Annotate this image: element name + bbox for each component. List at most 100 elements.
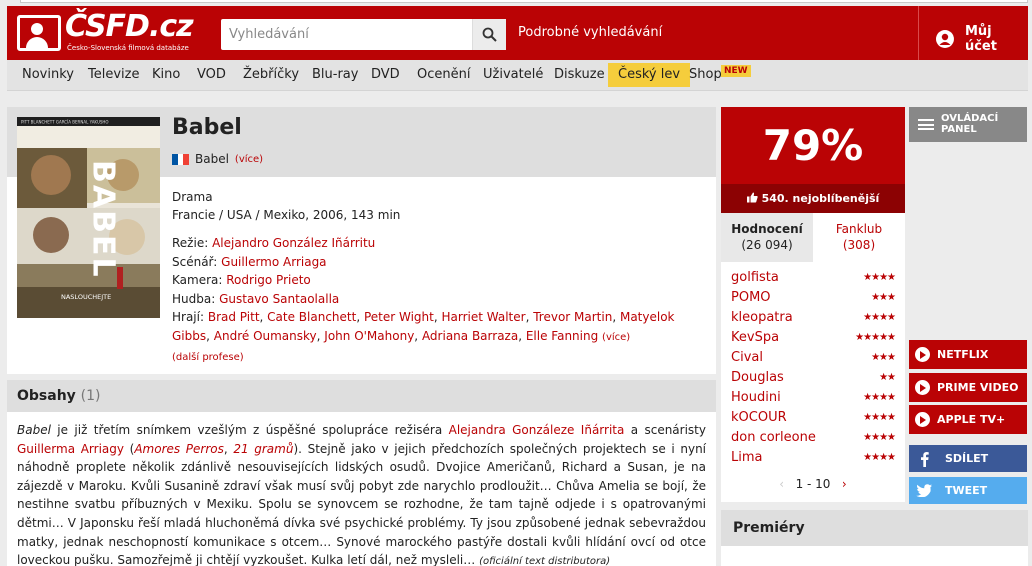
logo-mark-icon [17, 15, 61, 51]
nav-item-diskuze[interactable]: Diskuze [554, 60, 605, 90]
star-rating: ★★★★ [863, 412, 896, 423]
music-label: Hudba: [172, 291, 216, 306]
rating-row: Douglas ★★ [731, 368, 896, 388]
rating-row: POMO ★★★ [731, 288, 896, 308]
search-icon [482, 27, 497, 42]
cast-label: Hrají: [172, 310, 205, 324]
star-rating: ★★★★ [863, 452, 896, 463]
search-button[interactable] [472, 19, 506, 50]
flag-france-icon [172, 153, 190, 165]
prime-video-button[interactable]: PRIME VIDEO [909, 373, 1027, 402]
user-link[interactable]: kleopatra [731, 308, 793, 328]
twitter-share-button[interactable]: TWEET [909, 477, 1027, 504]
cast-more-link[interactable]: (více) [602, 332, 630, 343]
user-link[interactable]: POMO [731, 288, 771, 308]
cast-link[interactable]: Cate Blanchett [267, 310, 356, 324]
camera-link[interactable]: Rodrigo Prieto [226, 273, 311, 287]
rating-row: KevSpa ★★★★★ [731, 328, 896, 348]
star-rating: ★★★★★ [855, 332, 896, 343]
nav-item-novinky[interactable]: Novinky [22, 60, 74, 90]
facebook-share-button[interactable]: SDÍLET [909, 445, 1027, 472]
cast-link[interactable]: Elle Fanning [526, 329, 598, 343]
pager-next-icon[interactable]: › [842, 477, 847, 491]
synopsis-count: (1) [80, 388, 101, 404]
ratings-pager: ‹ 1 - 10 › [721, 477, 905, 491]
directing-label: Režie: [172, 236, 209, 250]
user-link[interactable]: golfista [731, 268, 779, 288]
star-rating: ★★★ [871, 352, 896, 363]
rating-row: kOCOUR ★★★★ [731, 408, 896, 428]
original-title: Babel [195, 152, 229, 166]
user-link[interactable]: KevSpa [731, 328, 779, 348]
pager-range: 1 - 10 [795, 477, 831, 491]
user-link[interactable]: don corleone [731, 428, 816, 448]
thumbs-up-icon [746, 192, 758, 203]
nav-item-oceneni[interactable]: Ocenění [417, 60, 470, 90]
nav-item-dvd[interactable]: DVD [371, 60, 400, 90]
cast-link[interactable]: Harriet Walter [442, 310, 526, 324]
cast-link[interactable]: Brad Pitt [208, 310, 260, 324]
tab-fanclub[interactable]: Fanklub (308) [813, 213, 905, 262]
director-link[interactable]: Alejandra Gonzáleze Iñárrita [449, 423, 625, 437]
nav-item-zebricky[interactable]: Žebříčky [243, 60, 299, 90]
nav-item-vod[interactable]: VOD [197, 60, 226, 90]
play-icon [915, 347, 930, 362]
director-link[interactable]: Alejandro González Iñárritu [212, 236, 375, 250]
poster-subtitle: NASLOUCHEJTE [61, 293, 111, 301]
csfd-logo[interactable]: ČSFD.cz Česko-Slovenská filmová databáze [17, 9, 194, 53]
film-link[interactable]: 21 gramů [233, 442, 293, 456]
cast-link[interactable]: André Oumansky [214, 329, 317, 343]
account-label: Můj účet [964, 24, 997, 54]
nav-item-shop[interactable]: Shop [689, 60, 722, 90]
star-rating: ★★★★ [863, 392, 896, 403]
more-titles-link[interactable]: (více) [235, 154, 263, 165]
rating-percent: 79% [721, 107, 905, 184]
header-divider [918, 6, 919, 60]
account-button[interactable]: Můj účet [935, 24, 1028, 54]
user-link[interactable]: Cival [731, 348, 763, 368]
control-panel-button[interactable]: OVLÁDACÍ PANEL [909, 107, 1027, 142]
cast-link[interactable]: John O'Mahony [324, 329, 414, 343]
nav-item-cesky-lev[interactable]: Český lev [608, 63, 691, 87]
rating-box: 79% 540. nejoblíbenější Hodnocení (26 094… [721, 107, 905, 502]
screenwriter-link[interactable]: Guillermo Arriaga [221, 255, 326, 269]
search-input[interactable] [221, 19, 472, 50]
pager-prev-icon: ‹ [779, 477, 785, 491]
synopsis-heading: Obsahy (1) [7, 380, 716, 412]
cast-link[interactable]: Peter Wight [364, 310, 434, 324]
user-link[interactable]: kOCOUR [731, 408, 787, 428]
netflix-button[interactable]: NETFLIX [909, 340, 1027, 369]
music-link[interactable]: Gustavo Santaolalla [219, 292, 339, 306]
main-nav: Novinky Televize Kino VOD Žebříčky Blu-r… [7, 60, 1028, 91]
camera-label: Kamera: [172, 273, 223, 287]
film-poster[interactable]: PITT BLANCHETT GARCÍA BERNAL YAKUSHO BAB… [17, 117, 160, 318]
rating-row: Lima ★★★★ [731, 448, 896, 468]
film-info-box: PITT BLANCHETT GARCÍA BERNAL YAKUSHO BAB… [7, 107, 716, 374]
nav-item-bluray[interactable]: Blu-ray [312, 60, 358, 90]
cast-link[interactable]: Trevor Martin [533, 310, 612, 324]
user-link[interactable]: Lima [731, 448, 762, 468]
poster-actors: PITT BLANCHETT GARCÍA BERNAL YAKUSHO [21, 120, 109, 125]
user-link[interactable]: Houdini [731, 388, 781, 408]
user-link[interactable]: Douglas [731, 368, 784, 388]
nav-item-televize[interactable]: Televize [88, 60, 139, 90]
nav-item-kino[interactable]: Kino [152, 60, 180, 90]
tab-ratings[interactable]: Hodnocení (26 094) [721, 213, 813, 262]
advanced-search-link[interactable]: Podrobné vyhledávání [518, 25, 662, 40]
rating-row: kleopatra ★★★★ [731, 308, 896, 328]
rating-tabs: Hodnocení (26 094) Fanklub (308) [721, 213, 905, 262]
rating-row: golfista ★★★★ [731, 268, 896, 288]
creators: Režie: Alejandro González Iñárritu Scéná… [172, 234, 707, 368]
control-panel-label: OVLÁDACÍ PANEL [941, 113, 999, 135]
play-icon [915, 380, 930, 395]
screenwriter-link[interactable]: Guillerma Arriagy [17, 442, 124, 456]
original-title-row: Babel (více) [172, 152, 263, 166]
film-genre: Drama [172, 190, 213, 204]
cast-link[interactable]: Adriana Barraza [422, 329, 518, 343]
further-professions-link[interactable]: (další profese) [172, 352, 244, 363]
film-link[interactable]: Amores Perros [134, 442, 224, 456]
nav-item-uzivatele[interactable]: Uživatelé [483, 60, 543, 90]
logo-tagline: Česko-Slovenská filmová databáze [67, 44, 189, 52]
apple-tv-button[interactable]: APPLE TV+ [909, 405, 1027, 434]
rating-rank[interactable]: 540. nejoblíbenější [721, 184, 905, 213]
